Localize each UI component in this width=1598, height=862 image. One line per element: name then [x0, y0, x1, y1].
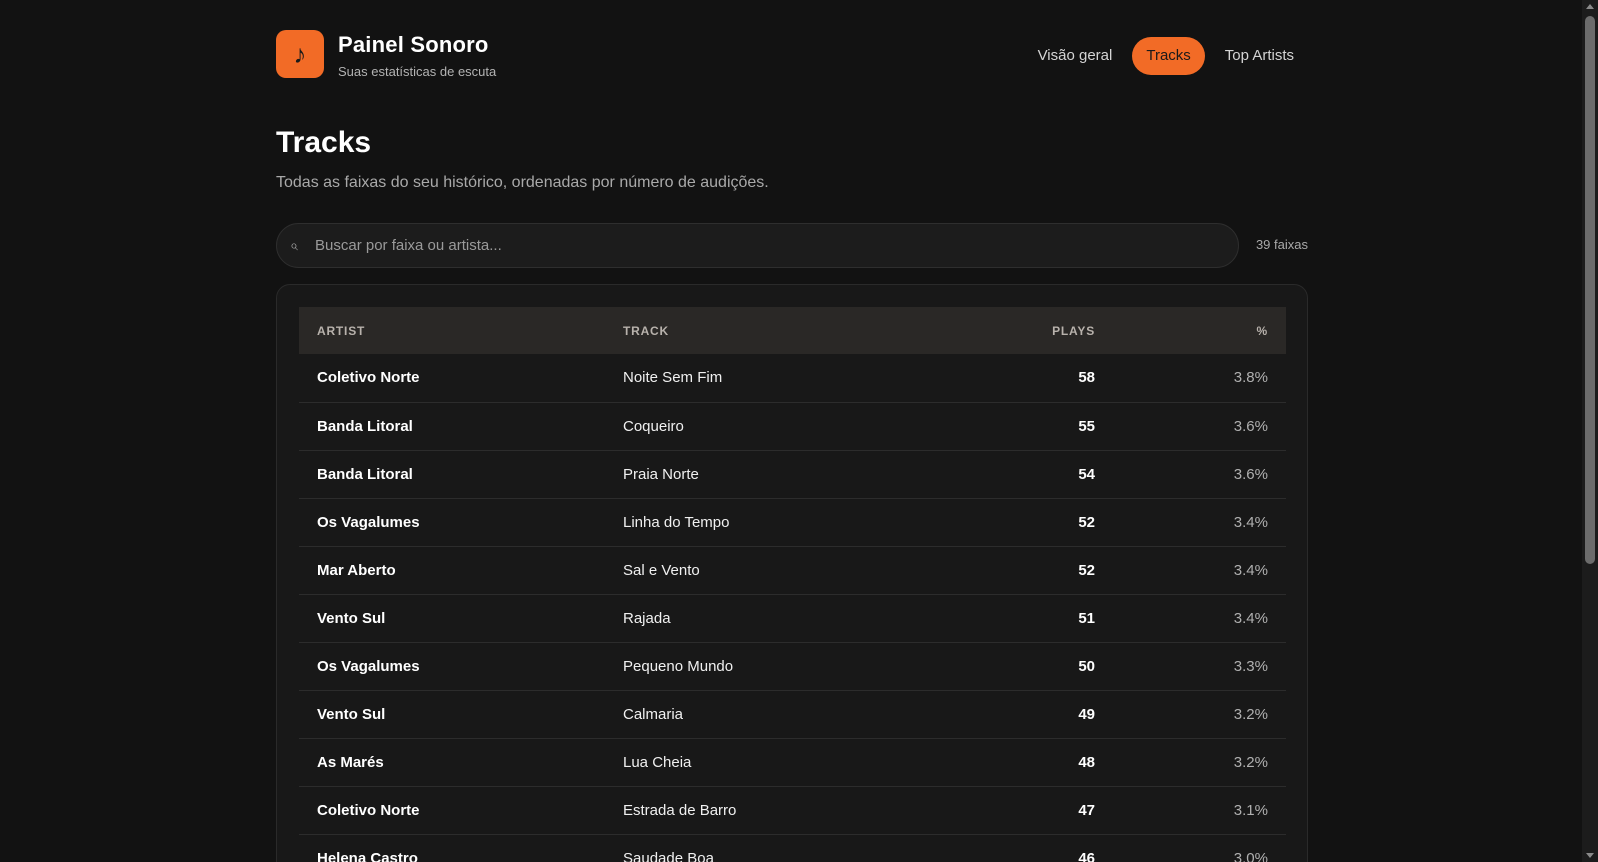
table-row[interactable]: Helena Castro Saudade Boa 46 3.0%	[299, 834, 1286, 862]
header-plays[interactable]: PLAYS	[911, 307, 1113, 354]
search-bar: ⌕	[276, 223, 1239, 268]
artist-cell: Banda Litoral	[317, 465, 413, 483]
nav-item-tracks[interactable]: Tracks	[1132, 37, 1205, 75]
track-cell: Praia Norte	[623, 465, 699, 483]
percent-cell: 3.6%	[1233, 417, 1268, 435]
plays-cell: 51	[1078, 609, 1095, 627]
track-cell: Estrada de Barro	[623, 801, 737, 819]
percent-cell: 3.6%	[1233, 465, 1268, 483]
table-row[interactable]: Banda Litoral Coqueiro 55 3.6%	[299, 402, 1286, 450]
header: ♪ Painel Sonoro Suas estatísticas de esc…	[276, 30, 1308, 80]
logo-glyph: ♪	[293, 38, 307, 69]
header-track[interactable]: TRACK	[605, 307, 911, 354]
scrollbar-thumb[interactable]	[1585, 16, 1595, 564]
plays-cell: 46	[1078, 849, 1095, 862]
search-input[interactable]	[315, 224, 1215, 267]
scroll-up-icon[interactable]	[1586, 4, 1594, 9]
header-artist[interactable]: ARTIST	[299, 307, 605, 354]
table-row[interactable]: Mar Aberto Sal e Vento 52 3.4%	[299, 546, 1286, 594]
table-row[interactable]: As Marés Lua Cheia 48 3.2%	[299, 738, 1286, 786]
percent-cell: 3.2%	[1233, 753, 1268, 771]
track-count: 39 faixas	[1255, 237, 1308, 252]
percent-cell: 3.3%	[1233, 657, 1268, 675]
percent-cell: 3.4%	[1233, 609, 1268, 627]
plays-cell: 52	[1078, 513, 1095, 531]
track-cell: Linha do Tempo	[623, 513, 730, 531]
track-cell: Sal e Vento	[623, 561, 700, 579]
plays-cell: 52	[1078, 561, 1095, 579]
artist-cell: Mar Aberto	[317, 561, 396, 579]
plays-cell: 55	[1078, 417, 1095, 435]
track-cell: Rajada	[623, 609, 671, 627]
page-description: Todas as faixas do seu histórico, ordena…	[276, 174, 769, 191]
artist-cell: Os Vagalumes	[317, 513, 420, 531]
main-nav: Visão geral Tracks Top Artists	[1024, 37, 1308, 75]
table-row[interactable]: Os Vagalumes Pequeno Mundo 50 3.3%	[299, 642, 1286, 690]
plays-cell: 58	[1078, 369, 1095, 387]
app-subtitle: Suas estatísticas de escuta	[338, 64, 497, 79]
table-row[interactable]: Coletivo Norte Estrada de Barro 47 3.1%	[299, 786, 1286, 834]
track-cell: Noite Sem Fim	[623, 369, 723, 387]
table-header-row: ARTIST TRACK PLAYS %	[299, 307, 1286, 354]
tracks-table-card: ARTIST TRACK PLAYS % Coletivo Norte Noit…	[276, 284, 1308, 862]
artist-cell: Coletivo Norte	[317, 801, 420, 819]
percent-cell: 3.4%	[1233, 513, 1268, 531]
tracks-table: ARTIST TRACK PLAYS % Coletivo Norte Noit…	[299, 307, 1286, 862]
percent-cell: 3.2%	[1233, 705, 1268, 723]
table-row[interactable]: Os Vagalumes Linha do Tempo 52 3.4%	[299, 498, 1286, 546]
artist-cell: Coletivo Norte	[317, 369, 420, 387]
search-icon: ⌕	[290, 237, 298, 253]
table-row[interactable]: Vento Sul Rajada 51 3.4%	[299, 594, 1286, 642]
track-cell: Calmaria	[623, 705, 684, 723]
vertical-scrollbar[interactable]	[1582, 0, 1598, 862]
page-title: Tracks	[276, 126, 372, 159]
artist-cell: Os Vagalumes	[317, 657, 420, 675]
artist-cell: Vento Sul	[317, 705, 386, 723]
track-cell: Lua Cheia	[623, 753, 692, 771]
artist-cell: As Marés	[317, 753, 384, 771]
track-cell: Pequeno Mundo	[623, 657, 734, 675]
percent-cell: 3.0%	[1233, 849, 1268, 862]
percent-cell: 3.4%	[1233, 561, 1268, 579]
percent-cell: 3.1%	[1233, 801, 1268, 819]
artist-cell: Banda Litoral	[317, 417, 413, 435]
artist-cell: Helena Castro	[317, 849, 418, 862]
nav-item-overview[interactable]: Visão geral	[1024, 37, 1127, 75]
table-row[interactable]: Coletivo Norte Noite Sem Fim 58 3.8%	[299, 354, 1286, 402]
music-note-icon: ♪	[276, 30, 324, 78]
plays-cell: 54	[1078, 465, 1095, 483]
plays-cell: 49	[1078, 705, 1095, 723]
table-row[interactable]: Banda Litoral Praia Norte 54 3.6%	[299, 450, 1286, 498]
header-percent[interactable]: %	[1113, 307, 1286, 354]
track-cell: Coqueiro	[623, 417, 684, 435]
scroll-down-icon[interactable]	[1586, 853, 1594, 858]
nav-item-top-artists[interactable]: Top Artists	[1211, 37, 1308, 75]
app-title: Painel Sonoro	[338, 32, 489, 57]
percent-cell: 3.8%	[1233, 369, 1268, 387]
plays-cell: 48	[1078, 753, 1095, 771]
table-row[interactable]: Vento Sul Calmaria 49 3.2%	[299, 690, 1286, 738]
track-cell: Saudade Boa	[623, 849, 714, 862]
artist-cell: Vento Sul	[317, 609, 386, 627]
plays-cell: 50	[1078, 657, 1095, 675]
plays-cell: 47	[1078, 801, 1095, 819]
